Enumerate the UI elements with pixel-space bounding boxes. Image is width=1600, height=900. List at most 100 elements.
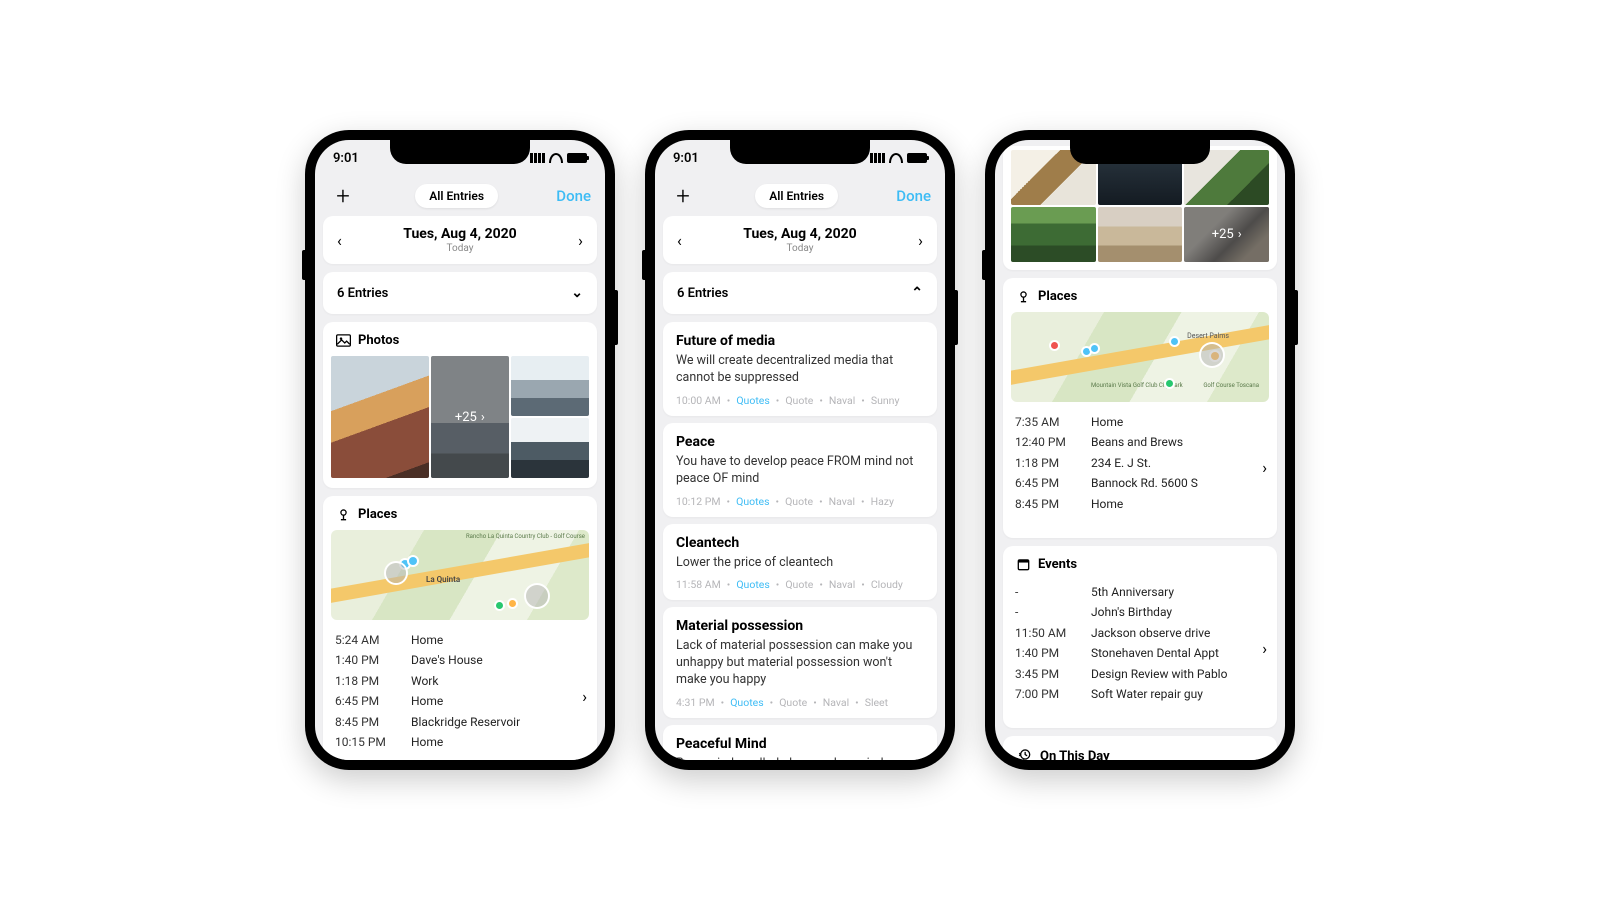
photo-icon [335,334,351,348]
phone-mockup-2: 9:01 + All Entries Done ‹ Tues, Aug 4, 2… [645,130,955,770]
entry-title: Peaceful Mind [676,736,924,752]
photo-thumb[interactable] [511,418,589,478]
battery-icon [907,153,927,163]
date-navigator: ‹ Tues, Aug 4, 2020 Today › [663,216,937,264]
entry-body: Lack of material possession can make you… [676,638,924,689]
entries-count-label: 6 Entries [677,286,728,301]
photo-thumb[interactable] [511,356,589,416]
notch [730,140,870,164]
entries-toggle[interactable]: 6 Entries ⌃ [663,272,937,314]
on-this-day-label: On This Day [1040,749,1110,760]
pin-icon [335,508,351,522]
on-this-day-detail-button[interactable]: › [1258,757,1263,760]
event-row: -5th Anniversary [1015,582,1250,602]
photo-thumb[interactable]: +25› [431,356,509,478]
screen: +25› Places Desert Palms Mountain Vista … [995,140,1285,760]
places-section: Places Desert Palms Mountain Vista Golf … [1003,278,1277,538]
battery-icon [567,153,587,163]
next-day-button[interactable]: › [578,231,583,250]
toolbar: + All Entries Done [663,176,937,216]
done-button[interactable]: Done [556,187,591,205]
map-label: Golf Course Toscana [1203,383,1259,390]
event-row: 11:50 AMJackson observe drive [1015,623,1250,643]
entry-card[interactable]: Peaceful Mind Busy minds, called also mo… [663,725,937,760]
map-cluster[interactable] [386,563,406,583]
wifi-icon [889,153,903,163]
places-list: 5:24 AMHome 1:40 PMDave's House 1:18 PMW… [323,628,582,760]
map-pin[interactable] [1083,348,1090,355]
photos-more-button[interactable]: +25› [1184,207,1269,262]
map-label: Rancho La Quinta Country Club - Golf Cou… [466,534,585,541]
chevron-right-icon: › [481,410,485,425]
places-list: 7:35 AMHome 12:40 PMBeans and Brews 1:18… [1003,410,1262,526]
place-row: 5:24 AMHome [335,630,570,650]
entry-card[interactable]: Material possession Lack of material pos… [663,607,937,718]
map-pin[interactable] [1091,345,1098,352]
status-time: 9:01 [673,151,699,166]
map-pin[interactable] [1051,342,1058,349]
entry-card[interactable]: Future of media We will create decentral… [663,322,937,416]
entries-toggle[interactable]: 6 Entries ⌄ [323,272,597,314]
map-pin[interactable] [409,557,417,565]
photos-section: Photos +25› [323,322,597,488]
places-label: Places [358,507,397,522]
photo-thumb[interactable]: +25› [1184,207,1269,262]
photo-grid[interactable]: +25› [323,356,597,488]
entry-title: Material possession [676,618,924,634]
date-navigator: ‹ Tues, Aug 4, 2020 Today › [323,216,597,264]
places-label: Places [1038,289,1077,304]
pin-icon [1015,290,1031,304]
calendar-icon [1015,557,1031,571]
notch [390,140,530,164]
map-cluster[interactable] [1201,344,1223,366]
entry-body: You have to develop peace FROM mind not … [676,454,924,488]
add-button[interactable]: + [329,182,357,210]
done-button[interactable]: Done [896,187,931,205]
chevron-down-icon: ⌄ [571,285,583,301]
events-label: Events [1038,557,1077,572]
entry-meta: 11:58 AM• Quotes• Quote• Naval• Cloudy [676,578,924,591]
events-detail-button[interactable]: › [1262,639,1267,658]
photo-grid[interactable]: +25› [1003,146,1277,270]
places-section: Places Rancho La Quinta Country Club - G… [323,496,597,760]
places-detail-button[interactable]: › [582,687,587,706]
filter-pill[interactable]: All Entries [415,184,498,208]
map-pin[interactable] [496,602,503,609]
entry-body: Lower the price of cleantech [676,555,924,572]
photo-thumb[interactable] [331,356,429,478]
entry-card[interactable]: Cleantech Lower the price of cleantech 1… [663,524,937,601]
entry-title: Peace [676,434,924,450]
photo-thumb[interactable] [1098,207,1183,262]
date-label: Tues, Aug 4, 2020 [403,226,516,242]
filter-pill[interactable]: All Entries [755,184,838,208]
date-sublabel: Today [403,243,516,254]
photo-thumb[interactable] [1011,207,1096,262]
map-pin[interactable] [1171,338,1178,345]
entry-meta: 10:00 AM• Quotes• Quote• Naval• Sunny [676,394,924,407]
signal-icon [530,153,545,163]
event-row: 3:45 PMDesign Review with Pablo [1015,664,1250,684]
places-detail-button[interactable]: › [1262,458,1267,477]
map-pin[interactable] [509,600,516,607]
prev-day-button[interactable]: ‹ [677,231,682,250]
map-cluster[interactable] [526,585,548,607]
places-map[interactable]: Rancho La Quinta Country Club - Golf Cou… [331,530,589,620]
events-section: Events -5th Anniversary -John's Birthday… [1003,546,1277,728]
add-button[interactable]: + [669,182,697,210]
entry-card[interactable]: Peace You have to develop peace FROM min… [663,423,937,517]
screen: 9:01 + All Entries Done ‹ Tues, Aug 4, 2… [315,140,605,760]
place-row: 8:45 PMHome [1015,494,1250,514]
event-row: 7:00 PMSoft Water repair guy [1015,684,1250,704]
next-day-button[interactable]: › [918,231,923,250]
photos-label: Photos [358,333,399,348]
places-map[interactable]: Desert Palms Mountain Vista Golf Club Ci… [1011,312,1269,402]
date-label: Tues, Aug 4, 2020 [743,226,856,242]
photos-more-button[interactable]: +25› [431,356,509,478]
prev-day-button[interactable]: ‹ [337,231,342,250]
map-pin[interactable] [1166,380,1173,387]
on-this-day-section[interactable]: On This Day You have 25 entries on Augus… [1003,736,1277,760]
notch [1070,140,1210,164]
place-row: 1:40 PMDave's House [335,650,570,670]
phone-mockup-3: +25› Places Desert Palms Mountain Vista … [985,130,1295,770]
chevron-up-icon: ⌃ [911,285,923,301]
